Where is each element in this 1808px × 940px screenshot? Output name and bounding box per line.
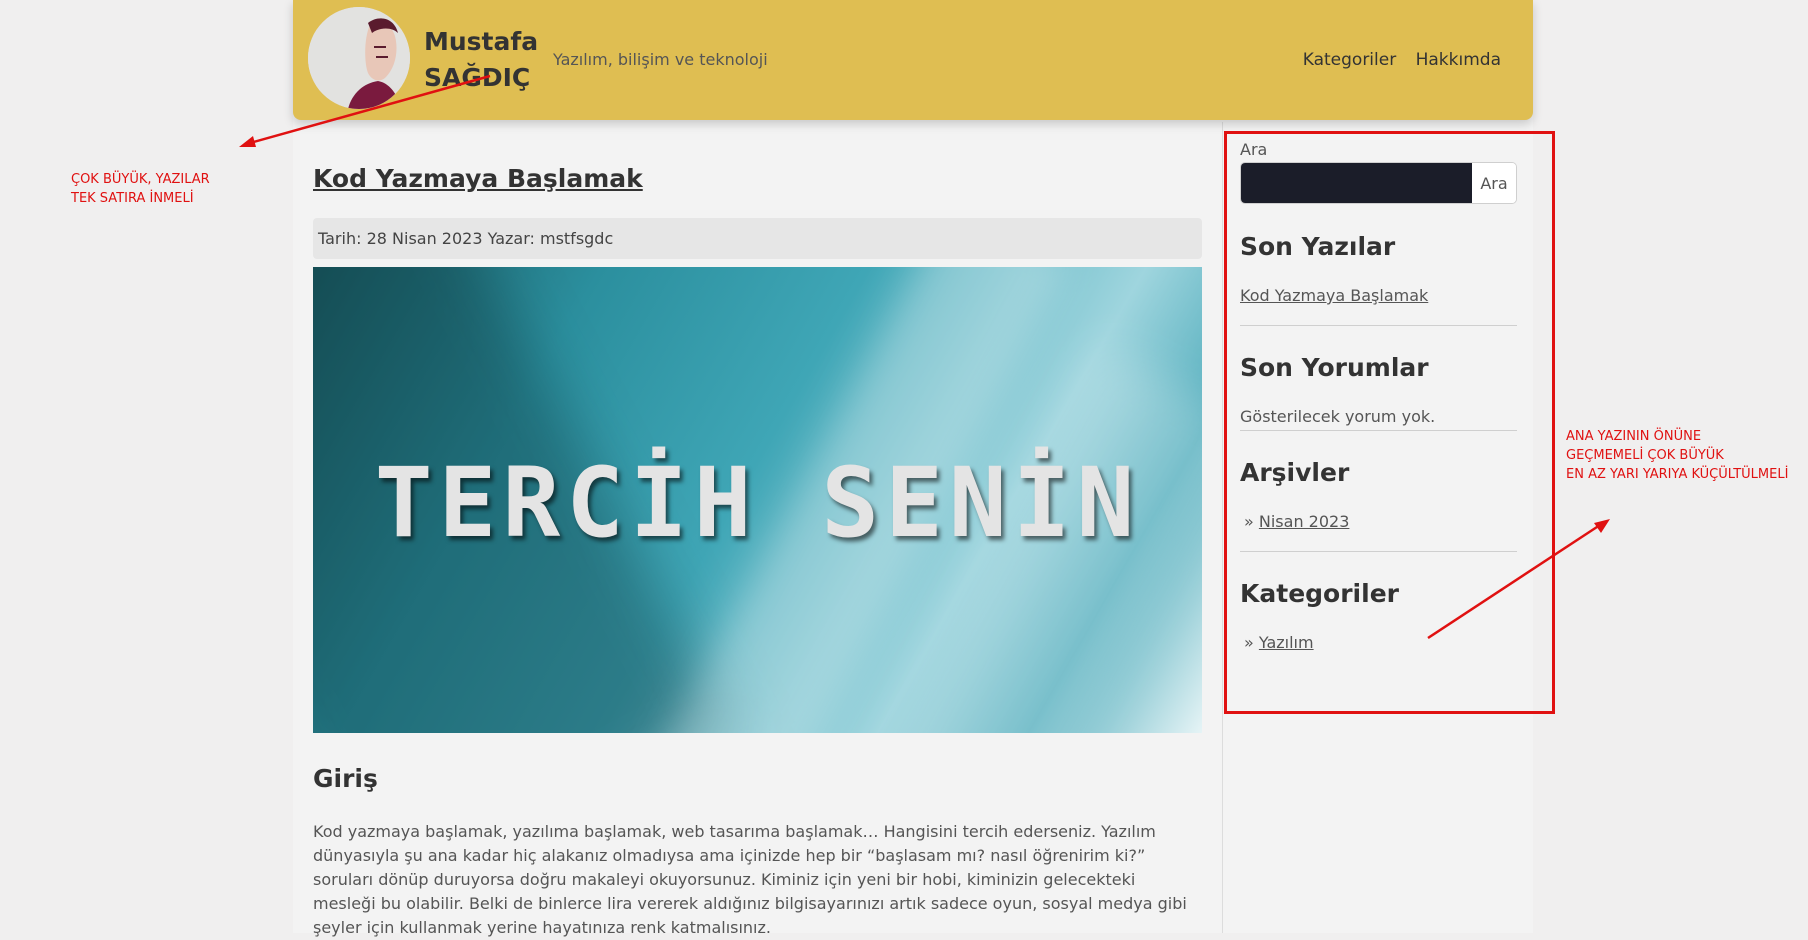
left-arrow-icon [239, 74, 491, 147]
annotation-arrows [239, 74, 1610, 640]
right-arrow-icon [1427, 519, 1610, 640]
